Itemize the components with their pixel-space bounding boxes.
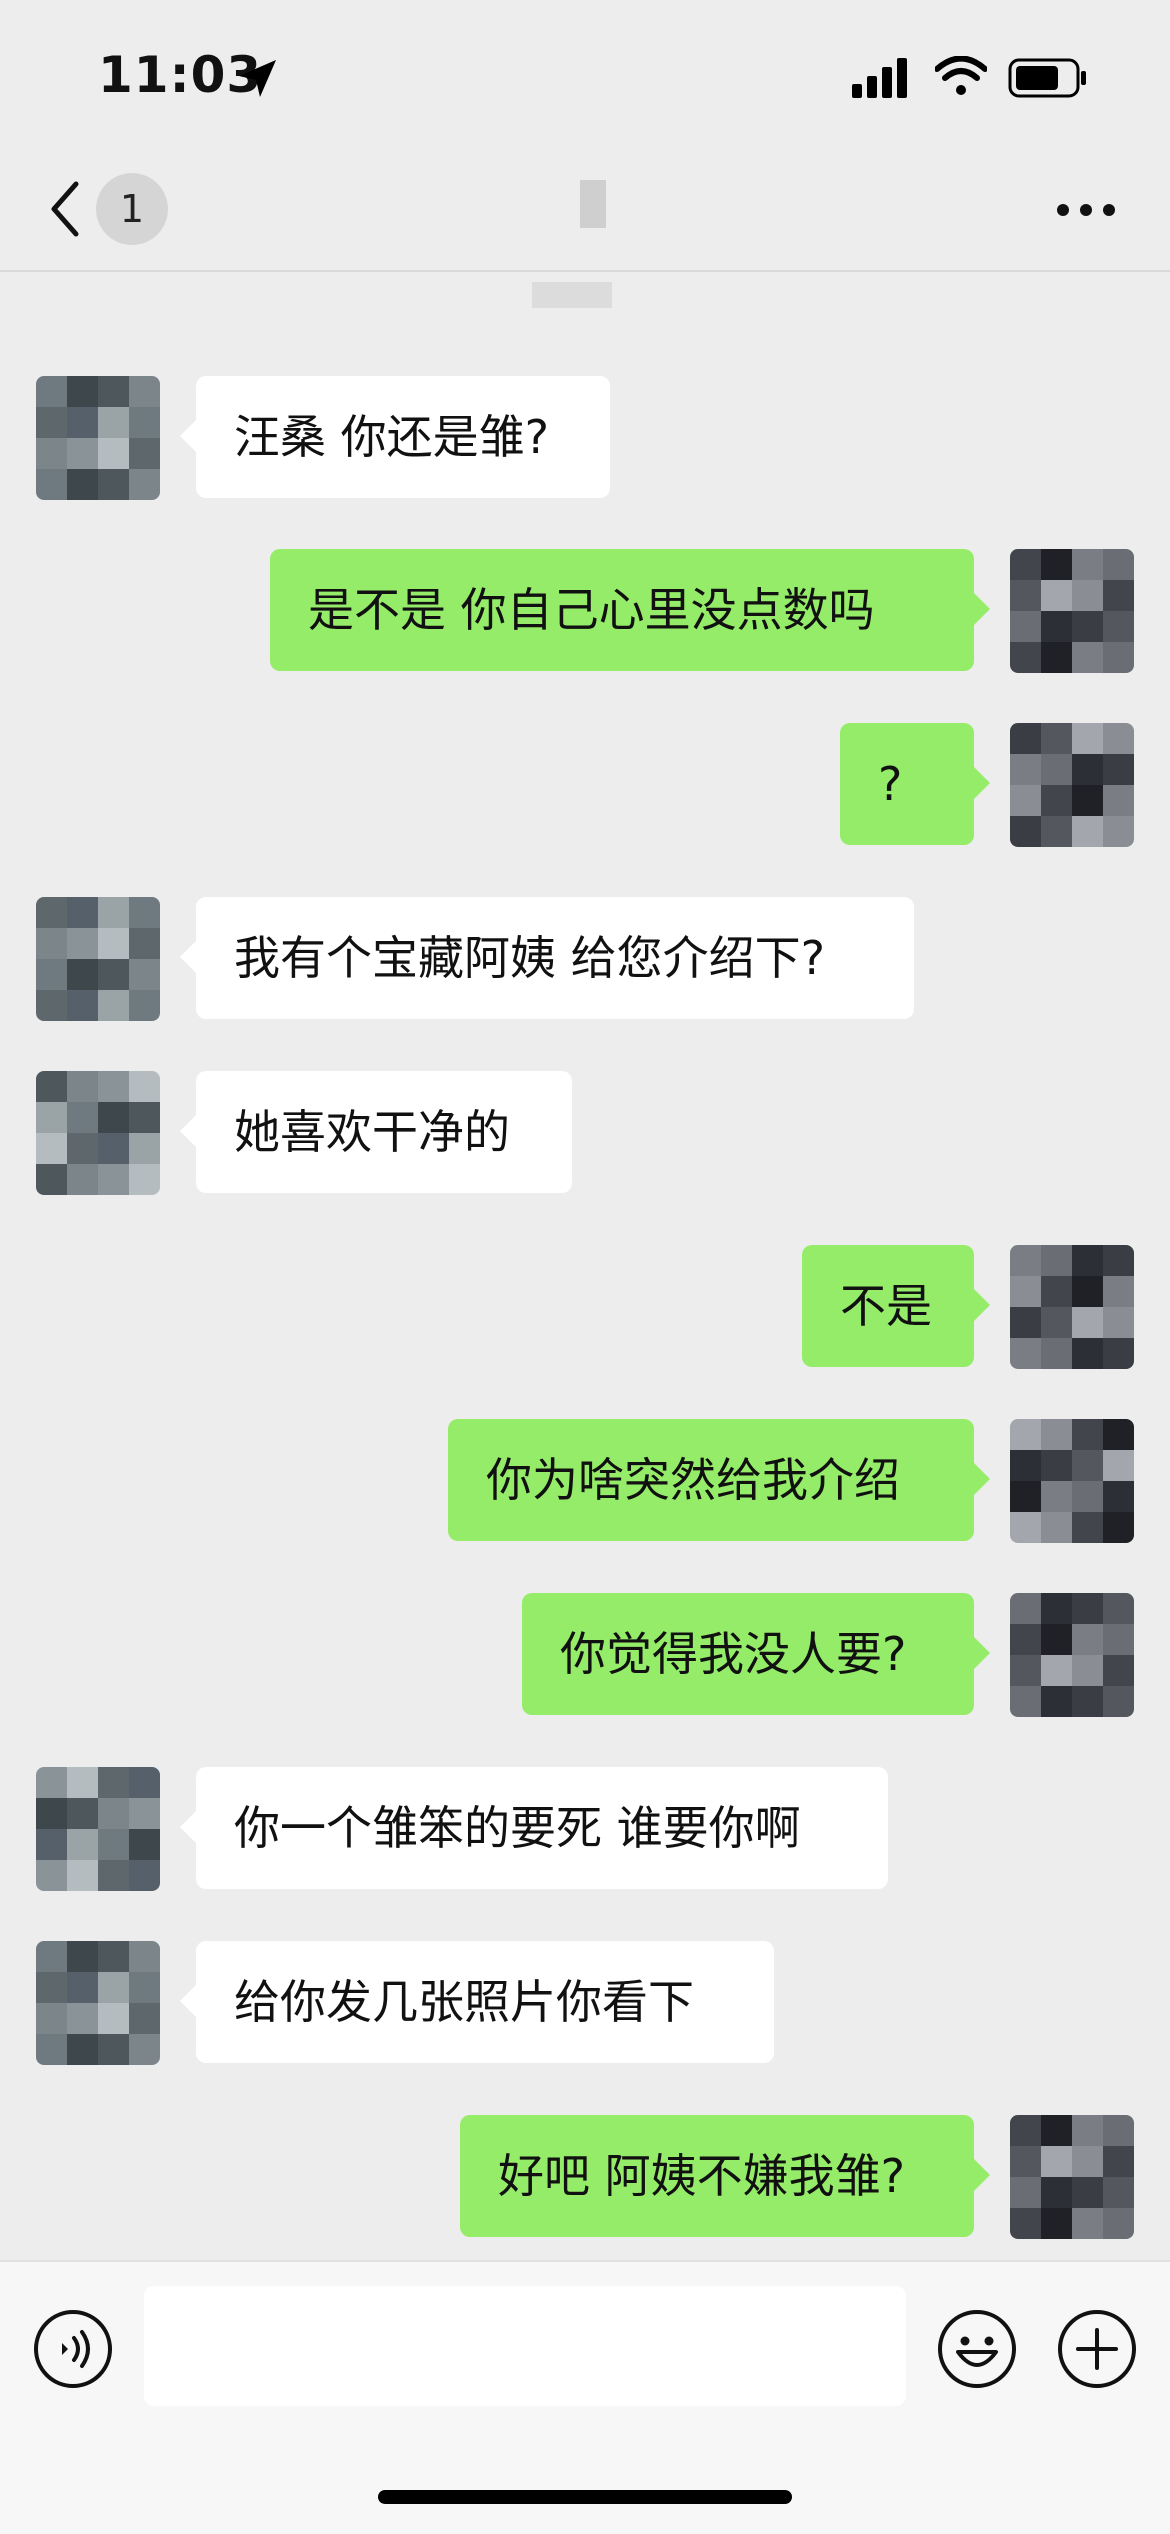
- outgoing-message[interactable]: 是不是 你自己心里没点数吗: [270, 549, 990, 671]
- user-avatar[interactable]: [1010, 549, 1134, 673]
- outgoing-message[interactable]: 好吧 阿姨不嫌我雏?: [460, 2115, 990, 2237]
- user-avatar[interactable]: [1010, 2115, 1134, 2239]
- contact-avatar[interactable]: [36, 376, 160, 500]
- contact-avatar[interactable]: [36, 1071, 160, 1195]
- outgoing-message[interactable]: ?: [840, 723, 990, 845]
- incoming-message[interactable]: 她喜欢干净的: [180, 1071, 572, 1193]
- plus-icon[interactable]: [1056, 2308, 1138, 2394]
- more-dots-icon[interactable]: [1056, 202, 1116, 221]
- contact-avatar[interactable]: [36, 1767, 160, 1891]
- battery-icon: [1008, 58, 1088, 102]
- input-bar: [0, 2260, 1170, 2534]
- incoming-message[interactable]: 给你发几张照片你看下: [180, 1941, 774, 2063]
- unread-count-badge[interactable]: 1: [96, 173, 168, 245]
- outgoing-message[interactable]: 不是: [802, 1245, 990, 1367]
- outgoing-message[interactable]: 你为啥突然给我介绍: [448, 1419, 990, 1541]
- incoming-message[interactable]: 你一个雏笨的要死 谁要你啊: [180, 1767, 888, 1889]
- incoming-message[interactable]: 我有个宝藏阿姨 给您介绍下?: [180, 897, 914, 1019]
- user-avatar[interactable]: [1010, 1245, 1134, 1369]
- voice-input-icon[interactable]: [32, 2308, 114, 2394]
- location-arrow-icon: [236, 58, 278, 104]
- timestamp-redacted: [532, 282, 612, 308]
- status-bar: 11:03: [0, 0, 1170, 150]
- chat-header: 1: [0, 150, 1170, 272]
- user-avatar[interactable]: [1010, 1593, 1134, 1717]
- home-indicator: [378, 2490, 792, 2504]
- emoji-icon[interactable]: [936, 2308, 1018, 2394]
- message-input[interactable]: [144, 2286, 906, 2406]
- chat-title-redacted: [580, 180, 606, 228]
- contact-avatar[interactable]: [36, 897, 160, 1021]
- incoming-message[interactable]: 汪桑 你还是雏?: [180, 376, 610, 498]
- cellular-signal-icon: [852, 58, 912, 102]
- outgoing-message[interactable]: 你觉得我没人要?: [522, 1593, 990, 1715]
- chevron-left-icon[interactable]: [48, 180, 82, 242]
- user-avatar[interactable]: [1010, 1419, 1134, 1543]
- wifi-icon: [934, 55, 988, 100]
- contact-avatar[interactable]: [36, 1941, 160, 2065]
- user-avatar[interactable]: [1010, 723, 1134, 847]
